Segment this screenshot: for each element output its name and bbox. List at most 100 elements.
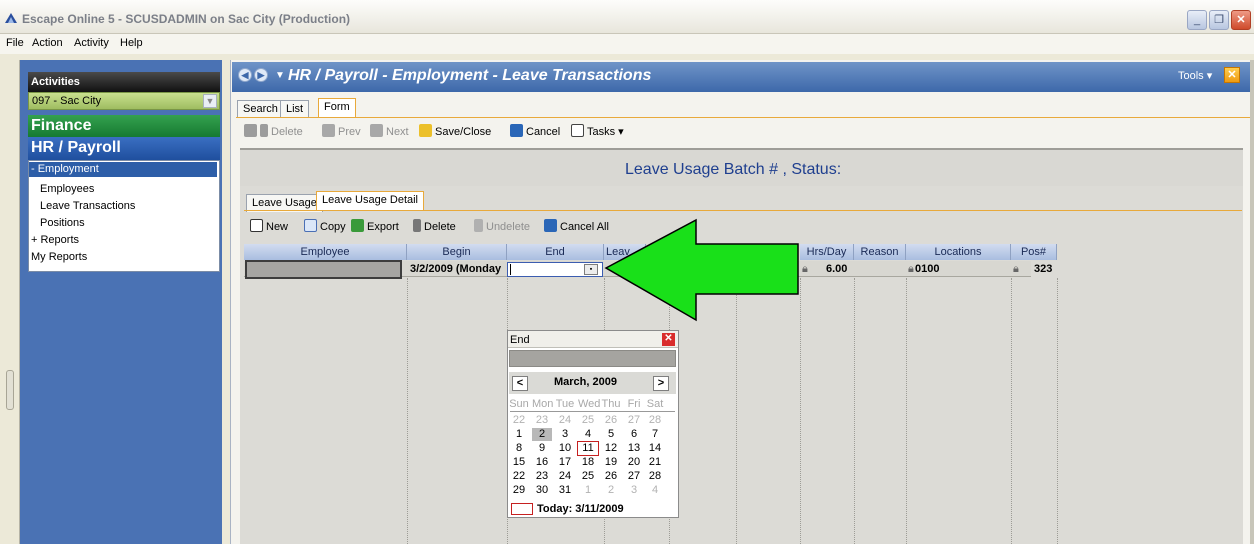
tab-leave-usage-detail[interactable]: Leave Usage Detail <box>316 191 425 211</box>
calendar-day[interactable]: 4 <box>578 428 598 441</box>
back-icon[interactable]: ◀ <box>238 68 252 82</box>
save-close-button[interactable]: Save/Close <box>419 124 491 138</box>
calendar-day[interactable]: 1 <box>578 484 598 497</box>
nav-leave-transactions[interactable]: Leave Transactions <box>40 199 135 214</box>
delete-label: Delete <box>271 126 303 138</box>
calendar-day[interactable]: 2 <box>601 484 621 497</box>
col-begin[interactable]: Begin <box>407 244 507 260</box>
calendar-day[interactable]: 14 <box>645 442 665 455</box>
calendar-day[interactable]: 18 <box>578 456 598 469</box>
calendar-day[interactable]: 27 <box>624 414 644 427</box>
next-button[interactable]: Next <box>370 124 409 138</box>
col-employee[interactable]: Employee <box>244 244 407 260</box>
splitter-handle[interactable] <box>6 370 14 410</box>
calendar-day[interactable]: 7 <box>645 428 665 441</box>
tab-search[interactable]: Search <box>237 100 284 118</box>
calendar-day[interactable]: 5 <box>601 428 621 441</box>
prev-month-button[interactable]: < <box>512 376 528 391</box>
nav-my-reports[interactable]: My Reports <box>31 250 87 265</box>
calendar-day[interactable]: 6 <box>624 428 644 441</box>
minimize-button[interactable]: _ <box>1187 10 1207 30</box>
district-select[interactable]: 097 - Sac City ▼ <box>28 92 220 110</box>
col-hrs-day[interactable]: Hrs/Day <box>800 244 854 260</box>
export-button[interactable]: Export <box>351 219 399 233</box>
prev-button[interactable]: Prev <box>322 124 361 138</box>
calendar-day[interactable]: 25 <box>578 470 598 483</box>
calendar-day[interactable]: 16 <box>532 456 552 469</box>
calendar-close-icon[interactable]: ✕ <box>662 333 675 346</box>
tab-form[interactable]: Form <box>318 98 356 118</box>
calendar-day[interactable]: 22 <box>509 470 529 483</box>
calendar-day[interactable]: 26 <box>601 414 621 427</box>
pos-cell[interactable]: 323 <box>1034 262 1052 276</box>
calendar-day[interactable]: 23 <box>532 414 552 427</box>
calendar-day[interactable]: 4 <box>645 484 665 497</box>
calendar-day[interactable]: 24 <box>555 414 575 427</box>
main-toolbar-delete[interactable]: Delete <box>244 124 303 138</box>
calendar-day[interactable]: 28 <box>645 470 665 483</box>
breadcrumb-dropdown-icon[interactable]: ▼ <box>275 70 285 81</box>
calendar-day[interactable]: 19 <box>601 456 621 469</box>
menu-help[interactable]: Help <box>120 37 143 49</box>
employee-cell[interactable] <box>245 260 402 279</box>
calendar-day[interactable]: 10 <box>555 442 575 455</box>
today-button[interactable]: Today: 3/11/2009 <box>537 503 624 515</box>
menu-action[interactable]: Action <box>32 37 63 49</box>
col-reason[interactable]: Reason <box>854 244 906 260</box>
calendar-day[interactable]: 3 <box>624 484 644 497</box>
tasks-menu[interactable]: Tasks ▾ <box>571 124 624 138</box>
finance-section[interactable]: Finance <box>28 115 220 137</box>
detail-delete-button[interactable]: Delete <box>413 219 456 233</box>
chevron-down-icon[interactable]: ▼ <box>203 94 217 108</box>
next-month-button[interactable]: > <box>653 376 669 391</box>
calendar-day[interactable]: 9 <box>532 442 552 455</box>
tab-list[interactable]: List <box>280 100 310 118</box>
calendar-day[interactable]: 1 <box>509 428 529 441</box>
menu-file[interactable]: File <box>6 37 24 49</box>
hr-payroll-section[interactable]: HR / Payroll <box>28 137 220 160</box>
calendar-day[interactable]: 25 <box>578 414 598 427</box>
nav-employees[interactable]: Employees <box>40 182 94 197</box>
calendar-day[interactable]: 29 <box>509 484 529 497</box>
calendar-day[interactable]: 13 <box>624 442 644 455</box>
calendar-day[interactable]: 22 <box>509 414 529 427</box>
nav-reports[interactable]: + Reports <box>31 233 79 248</box>
calendar-day[interactable]: 17 <box>555 456 575 469</box>
hrs-day-cell[interactable]: 6.00 <box>826 262 847 276</box>
copy-button[interactable]: Copy <box>304 219 346 233</box>
calendar-day[interactable]: 2 <box>532 428 552 441</box>
restore-button[interactable]: ❐ <box>1209 10 1229 30</box>
cancel-all-button[interactable]: Cancel All <box>544 219 609 233</box>
calendar-dropdown-icon[interactable]: ▪ <box>584 264 598 275</box>
calendar-day[interactable]: 15 <box>509 456 529 469</box>
close-activity-icon[interactable]: ✕ <box>1224 67 1240 83</box>
undelete-button[interactable]: Undelete <box>474 219 530 233</box>
calendar-day[interactable]: 31 <box>555 484 575 497</box>
calendar-day[interactable]: 11 <box>577 441 599 456</box>
calendar-day[interactable]: 28 <box>645 414 665 427</box>
calendar-day[interactable]: 20 <box>624 456 644 469</box>
calendar-day[interactable]: 21 <box>645 456 665 469</box>
col-pos[interactable]: Pos# <box>1011 244 1057 260</box>
locations-cell[interactable]: 0100 <box>915 262 939 276</box>
tools-menu[interactable]: Tools ▾ <box>1178 69 1212 82</box>
calendar-day[interactable]: 3 <box>555 428 575 441</box>
nav-employment[interactable]: - Employment <box>29 162 217 177</box>
calendar-day[interactable]: 27 <box>624 470 644 483</box>
calendar-day[interactable]: 23 <box>532 470 552 483</box>
calendar-day[interactable]: 12 <box>601 442 621 455</box>
calendar-day[interactable]: 30 <box>532 484 552 497</box>
cancel-button[interactable]: Cancel <box>510 124 560 138</box>
forward-icon[interactable]: ▶ <box>254 68 268 82</box>
new-button[interactable]: New <box>250 219 288 233</box>
nav-positions[interactable]: Positions <box>40 216 85 231</box>
calendar-date-field[interactable] <box>509 350 676 367</box>
calendar-day[interactable]: 8 <box>509 442 529 455</box>
menu-activity[interactable]: Activity <box>74 37 109 49</box>
col-locations[interactable]: Locations <box>906 244 1011 260</box>
close-button[interactable]: ✕ <box>1231 10 1251 30</box>
begin-cell[interactable]: 3/2/2009 (Monday <box>410 262 501 276</box>
calendar-day[interactable]: 24 <box>555 470 575 483</box>
calendar-day[interactable]: 26 <box>601 470 621 483</box>
col-end[interactable]: End <box>507 244 604 260</box>
